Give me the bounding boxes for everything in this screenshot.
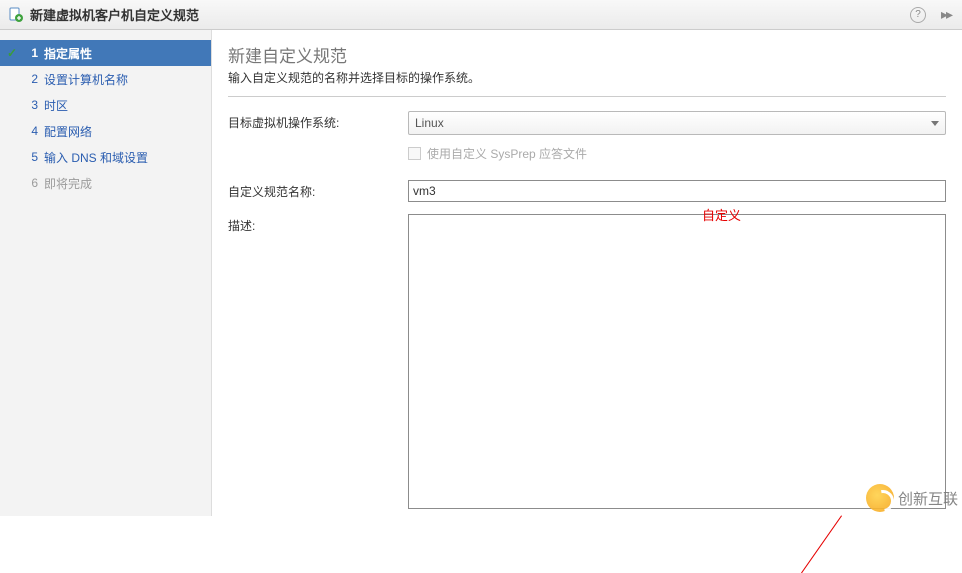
spec-name-input[interactable] <box>408 180 946 202</box>
step-dns[interactable]: ✓ 5 输入 DNS 和域设置 <box>0 144 211 170</box>
step-number: 6 <box>24 176 38 190</box>
panel-subtitle: 输入自定义规范的名称并选择目标的操作系统。 <box>228 69 946 97</box>
step-number: 4 <box>24 124 38 138</box>
step-computer-name[interactable]: ✓ 2 设置计算机名称 <box>0 66 211 92</box>
window-title: 新建虚拟机客户机自定义规范 <box>30 5 904 24</box>
step-specify-properties[interactable]: ✓ 1 指定属性 <box>0 40 211 66</box>
os-select[interactable]: Linux <box>408 111 946 135</box>
titlebar: 新建虚拟机客户机自定义规范 ? ▸▸ <box>0 0 962 30</box>
help-icon[interactable]: ? <box>910 7 926 23</box>
main-panel: 新建自定义规范 输入自定义规范的名称并选择目标的操作系统。 目标虚拟机操作系统:… <box>212 30 962 516</box>
step-finish: ✓ 6 即将完成 <box>0 170 211 196</box>
expand-icon[interactable]: ▸▸ <box>938 7 954 23</box>
os-label: 目标虚拟机操作系统: <box>228 111 398 131</box>
step-label: 输入 DNS 和域设置 <box>42 149 148 166</box>
wizard-steps-sidebar: ✓ 1 指定属性 ✓ 2 设置计算机名称 ✓ 3 时区 ✓ 4 配置网络 ✓ 5… <box>0 30 212 516</box>
watermark: 创新互联 <box>866 484 958 512</box>
step-label: 配置网络 <box>42 123 92 140</box>
check-icon: ✓ <box>4 46 20 60</box>
step-label: 指定属性 <box>42 45 92 62</box>
watermark-logo-icon <box>866 484 894 512</box>
step-label: 设置计算机名称 <box>42 71 128 88</box>
step-label: 时区 <box>42 97 68 114</box>
sysprep-checkbox-row: 使用自定义 SysPrep 应答文件 <box>408 145 946 162</box>
sysprep-label: 使用自定义 SysPrep 应答文件 <box>427 145 587 162</box>
step-number: 2 <box>24 72 38 86</box>
description-textarea[interactable] <box>408 214 946 509</box>
step-number: 5 <box>24 150 38 164</box>
panel-title: 新建自定义规范 <box>228 42 946 67</box>
sysprep-checkbox <box>408 147 421 160</box>
step-label: 即将完成 <box>42 175 92 192</box>
description-label: 描述: <box>228 214 398 234</box>
spec-name-label: 自定义规范名称: <box>228 180 398 200</box>
step-network[interactable]: ✓ 4 配置网络 <box>0 118 211 144</box>
os-select-value: Linux <box>415 116 931 130</box>
step-number: 1 <box>24 46 38 60</box>
new-spec-icon <box>8 7 24 23</box>
step-timezone[interactable]: ✓ 3 时区 <box>0 92 211 118</box>
chevron-down-icon <box>931 121 939 126</box>
step-number: 3 <box>24 98 38 112</box>
watermark-text: 创新互联 <box>898 488 958 509</box>
